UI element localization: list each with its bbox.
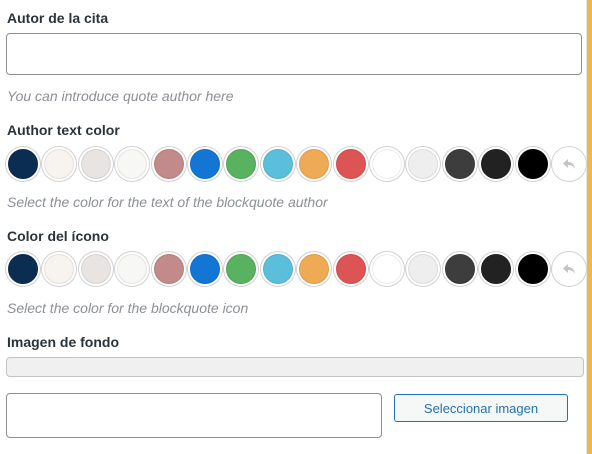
panel-accent-bar bbox=[587, 0, 592, 454]
icon-color-swatch[interactable] bbox=[42, 252, 77, 286]
author-color-swatch[interactable] bbox=[151, 147, 186, 181]
author-color-reset-button[interactable] bbox=[552, 147, 586, 181]
icon-color-swatch[interactable] bbox=[406, 252, 441, 286]
quote-author-help: You can introduce quote author here bbox=[7, 88, 234, 104]
author-color-swatch[interactable] bbox=[188, 147, 222, 181]
icon-color-swatch[interactable] bbox=[370, 252, 404, 286]
author-color-swatch[interactable] bbox=[333, 147, 368, 181]
icon-color-help: Select the color for the blockquote icon bbox=[7, 300, 249, 316]
icon-color-swatch[interactable] bbox=[224, 252, 259, 286]
author-color-swatch[interactable] bbox=[479, 147, 514, 181]
icon-color-swatch[interactable] bbox=[115, 252, 150, 286]
icon-color-swatch[interactable] bbox=[333, 252, 368, 286]
icon-color-swatch[interactable] bbox=[78, 252, 113, 286]
icon-color-swatch[interactable] bbox=[6, 252, 40, 286]
icon-color-label: Color del ícono bbox=[7, 228, 109, 244]
icon-color-swatch[interactable] bbox=[188, 252, 222, 286]
icon-color-swatch[interactable] bbox=[151, 252, 186, 286]
author-color-swatch[interactable] bbox=[6, 147, 40, 181]
icon-color-swatch[interactable] bbox=[479, 252, 514, 286]
author-color-swatch[interactable] bbox=[42, 147, 77, 181]
background-image-label: Imagen de fondo bbox=[7, 334, 119, 350]
icon-color-swatch[interactable] bbox=[442, 252, 477, 286]
undo-arrow-icon bbox=[563, 264, 575, 274]
author-color-swatch[interactable] bbox=[406, 147, 441, 181]
author-text-color-label: Author text color bbox=[7, 122, 120, 138]
icon-color-swatch[interactable] bbox=[260, 252, 295, 286]
author-color-swatch[interactable] bbox=[370, 147, 404, 181]
author-color-swatch[interactable] bbox=[224, 147, 259, 181]
icon-color-reset-button[interactable] bbox=[552, 252, 586, 286]
quote-author-label: Autor de la cita bbox=[7, 10, 109, 26]
select-image-button[interactable]: Seleccionar imagen bbox=[394, 394, 568, 422]
icon-color-swatch[interactable] bbox=[515, 252, 550, 286]
author-color-swatch[interactable] bbox=[115, 147, 150, 181]
author-color-swatch[interactable] bbox=[515, 147, 550, 181]
background-image-preview bbox=[6, 393, 382, 438]
author-color-swatch[interactable] bbox=[78, 147, 113, 181]
undo-arrow-icon bbox=[563, 159, 575, 169]
icon-color-palette bbox=[6, 252, 586, 290]
quote-author-input[interactable] bbox=[6, 33, 582, 75]
author-color-swatch[interactable] bbox=[260, 147, 295, 181]
author-text-color-palette bbox=[6, 147, 586, 185]
author-color-swatch[interactable] bbox=[297, 147, 332, 181]
background-image-url-field bbox=[6, 357, 584, 377]
author-color-swatch[interactable] bbox=[442, 147, 477, 181]
author-text-color-help: Select the color for the text of the blo… bbox=[7, 194, 328, 210]
icon-color-swatch[interactable] bbox=[297, 252, 332, 286]
